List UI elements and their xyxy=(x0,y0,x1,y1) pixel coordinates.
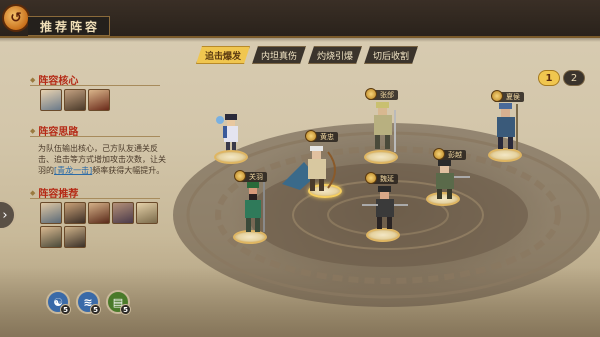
lineup-pager: 1 2 xyxy=(538,70,585,86)
recommend-hero-portrait[interactable] xyxy=(64,202,86,224)
tab-backline-harvest[interactable]: 切后收割 xyxy=(364,46,418,64)
back-button[interactable]: ↺ xyxy=(2,4,30,32)
tab-burn-detonate[interactable]: 灼烧引爆 xyxy=(308,46,362,64)
hero-sprite xyxy=(362,186,408,229)
recommend-hero-portrait[interactable] xyxy=(112,202,134,224)
hero-sprite xyxy=(374,102,396,152)
skill-link[interactable]: [青龙一击] xyxy=(54,166,92,175)
description-text-end: 频率获得大幅提升。 xyxy=(92,166,165,175)
star-badge-icon xyxy=(365,88,377,100)
recommend-hero-portrait[interactable] xyxy=(40,202,62,224)
hero-nameplate: 张郃 xyxy=(365,88,398,100)
hero-sprite xyxy=(436,160,470,199)
skill-level: 5 xyxy=(120,304,131,315)
frame-shadow xyxy=(0,38,600,42)
lineup-description: 为队伍输出核心，己方队友通关反击、追击等方式增加攻击次数，让关羽的[青龙一击]频… xyxy=(38,143,168,176)
recommend-hero-portrait[interactable] xyxy=(64,226,86,248)
hero-name: 魏延 xyxy=(380,175,394,183)
recommend-hero-portrait[interactable] xyxy=(40,226,62,248)
hero-name: 黄忠 xyxy=(320,133,334,141)
recommend-hero-portrait[interactable] xyxy=(136,202,158,224)
hero-unit[interactable] xyxy=(214,112,248,164)
page-1-button[interactable]: 1 xyxy=(538,70,560,86)
hero-name: 张郃 xyxy=(380,91,394,99)
divider xyxy=(30,85,160,86)
hero-sprite xyxy=(282,146,336,191)
page-2-button[interactable]: 2 xyxy=(563,70,585,86)
skill-level: 5 xyxy=(60,304,71,315)
star-badge-icon xyxy=(305,130,317,142)
hero-sprite xyxy=(497,103,518,150)
hero-nameplate: 黄忠 xyxy=(305,130,338,142)
waves-icon[interactable]: ≋ 5 xyxy=(76,290,101,315)
tab-chase-burst[interactable]: 追击爆发 xyxy=(196,46,250,64)
hero-nameplate: 魏延 xyxy=(365,172,398,184)
star-badge-icon xyxy=(365,172,377,184)
swirl-icon: ↺ xyxy=(10,10,22,26)
strategy-tabs: 追击爆发 内坦真伤 灼烧引爆 切后收割 xyxy=(196,46,418,64)
tab-tank-true-damage[interactable]: 内坦真伤 xyxy=(252,46,306,64)
page-title-tab: 推荐阵容 xyxy=(28,16,110,36)
core-hero-portrait[interactable] xyxy=(40,89,62,111)
bagua-icon[interactable]: ☯ 5 xyxy=(46,290,71,315)
position-tile xyxy=(214,150,248,164)
recommend-hero-portrait[interactable] xyxy=(88,202,110,224)
page-title: 推荐阵容 xyxy=(40,19,101,34)
skill-level: 5 xyxy=(90,304,101,315)
core-hero-portrait[interactable] xyxy=(88,89,110,111)
divider xyxy=(30,136,160,137)
scroll-icon[interactable]: ▤ 5 xyxy=(106,290,131,315)
chevron-right-icon: › xyxy=(2,207,8,223)
divider xyxy=(30,198,160,199)
hero-sprite xyxy=(245,182,265,232)
core-hero-portrait[interactable] xyxy=(64,89,86,111)
